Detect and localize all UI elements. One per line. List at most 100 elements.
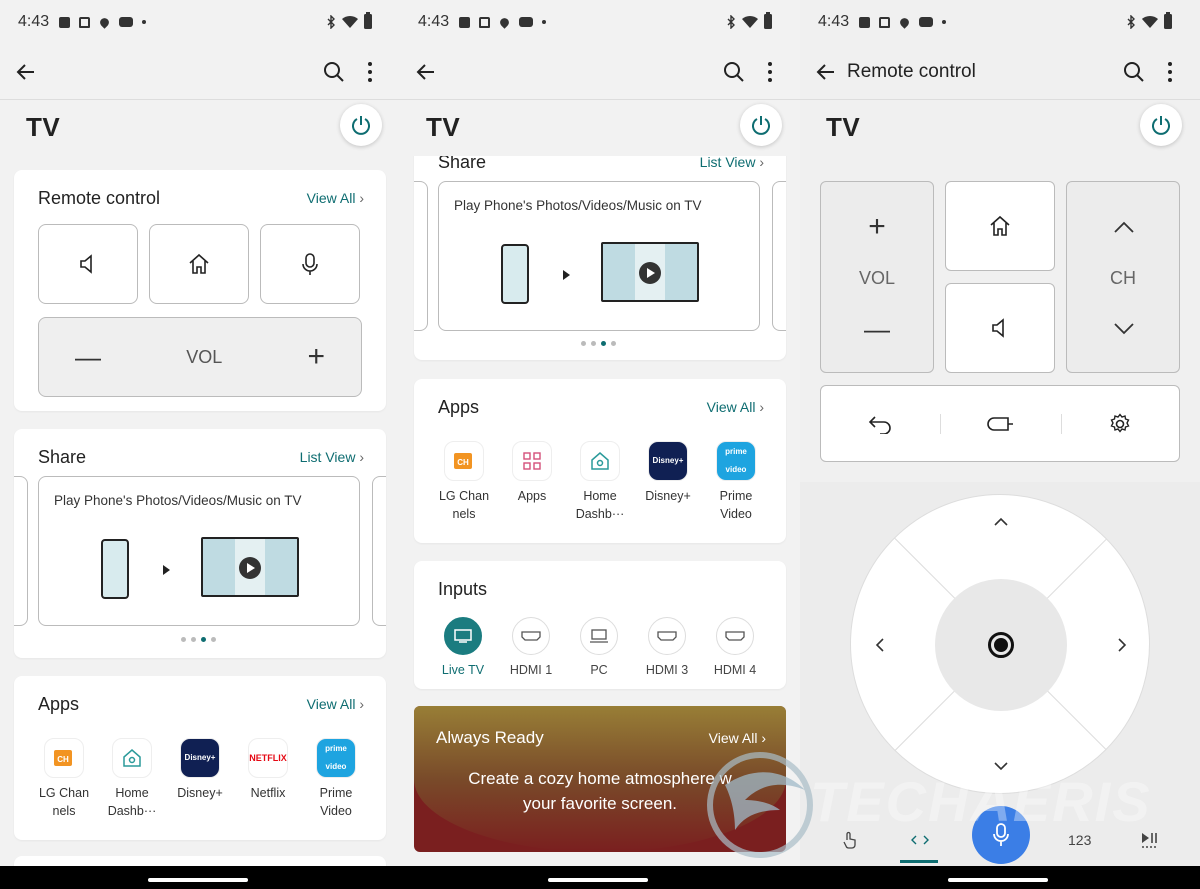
remote-view-all-link[interactable]: View All <box>307 190 364 206</box>
app-disney-plus[interactable]: Disney+ Disney+ <box>168 738 232 802</box>
volume-up-button[interactable]: + <box>821 210 933 244</box>
channel-down-icon[interactable] <box>1113 322 1135 336</box>
input-hdmi-3[interactable]: HDMI 3 <box>637 617 697 677</box>
app-label: Prime Video <box>319 786 353 818</box>
more-options-icon[interactable] <box>758 60 782 84</box>
home-notification-icon <box>79 16 91 28</box>
app-home-dashboard[interactable]: Home Dashb··· <box>568 441 632 523</box>
input-hdmi-4[interactable]: HDMI 4 <box>705 617 765 677</box>
input-hdmi-1[interactable]: HDMI 1 <box>501 617 561 677</box>
wifi-icon <box>342 15 358 28</box>
always-ready-view-all-link[interactable]: View All › <box>709 730 766 746</box>
share-list-view-link[interactable]: List View <box>700 156 764 170</box>
share-item-photos[interactable]: Play Phone's Photos/Videos/Music on TV <box>438 181 760 331</box>
share-next-card[interactable] <box>372 476 386 626</box>
apps-view-all-link[interactable]: View All <box>707 399 764 415</box>
app-label: Home Dashb··· <box>575 489 625 521</box>
bluetooth-icon <box>727 14 735 29</box>
input-pc[interactable]: PC <box>569 617 629 677</box>
share-prev-card[interactable] <box>414 181 428 331</box>
battery-icon <box>764 12 772 29</box>
dpad-right-icon[interactable] <box>1117 637 1127 653</box>
app-prime-video[interactable]: prime video Prime Video <box>304 738 368 820</box>
status-bar: 4:43 <box>400 0 800 44</box>
home-dashboard-icon <box>112 738 152 778</box>
dpad-ok-button[interactable] <box>935 579 1067 711</box>
youtube-notification-icon <box>119 17 134 27</box>
dpad-down-icon[interactable] <box>993 761 1009 771</box>
volume-up-button[interactable]: + <box>307 340 325 374</box>
share-next-card[interactable] <box>772 181 786 331</box>
back-arrow-icon[interactable] <box>816 62 836 82</box>
power-button[interactable] <box>1140 104 1182 146</box>
power-button[interactable] <box>740 104 782 146</box>
voice-button[interactable] <box>260 224 360 304</box>
home-button[interactable] <box>149 224 249 304</box>
settings-gear-icon[interactable] <box>1109 413 1131 435</box>
share-item-text: Play Phone's Photos/Videos/Music on TV <box>54 493 302 508</box>
touchpad-icon[interactable] <box>842 831 858 849</box>
back-arrow-icon[interactable] <box>416 62 436 82</box>
share-item-photos[interactable]: Play Phone's Photos/Videos/Music on TV <box>38 476 360 626</box>
volume-rocker: + VOL — <box>820 181 934 373</box>
device-title: TV <box>826 112 861 142</box>
battery-icon <box>1164 12 1172 29</box>
app-lg-channels[interactable]: CH LG Chan nels <box>432 441 496 523</box>
lg-channels-icon: CH <box>44 738 84 778</box>
voice-search-button[interactable] <box>972 806 1030 864</box>
svg-text:CH: CH <box>457 458 469 467</box>
home-gesture-bar[interactable] <box>548 878 648 882</box>
mute-button[interactable] <box>945 283 1055 373</box>
home-button[interactable] <box>945 181 1055 271</box>
cast-arrow-icon <box>163 565 170 575</box>
home-gesture-bar[interactable] <box>148 878 248 882</box>
apps-view-all-link[interactable]: View All <box>307 696 364 712</box>
share-list-view-link[interactable]: List View <box>300 449 364 465</box>
app-disney-plus[interactable]: Disney+ Disney+ <box>636 441 700 505</box>
share-prev-card[interactable] <box>14 476 28 626</box>
home-gesture-bar[interactable] <box>948 878 1048 882</box>
back-return-icon[interactable] <box>867 414 893 434</box>
volume-down-button[interactable]: — <box>75 342 101 373</box>
app-home-dashboard[interactable]: Home Dashb··· <box>100 738 164 820</box>
volume-control: — VOL + <box>38 317 362 397</box>
always-ready-card[interactable]: Always Ready View All › Create a cozy ho… <box>414 706 786 852</box>
input-source-icon[interactable] <box>986 414 1014 434</box>
arrow-keys-icon[interactable] <box>910 834 930 846</box>
system-nav-bar <box>0 866 1200 889</box>
dpad-left-icon[interactable] <box>875 637 885 653</box>
input-label: HDMI 3 <box>645 663 689 677</box>
home-notification-icon <box>879 16 891 28</box>
power-icon <box>352 116 370 135</box>
lg-channels-icon: CH <box>444 441 484 481</box>
more-options-icon[interactable] <box>1158 60 1182 84</box>
tv-illustration-icon <box>601 242 699 302</box>
power-button[interactable] <box>340 104 382 146</box>
app-label: Disney+ <box>177 786 223 800</box>
remote-control-card: Remote control View All — VOL + <box>14 170 386 411</box>
search-icon[interactable] <box>1122 60 1146 84</box>
wifi-icon <box>742 15 758 28</box>
search-icon[interactable] <box>322 60 346 84</box>
remote-control-panel: 4:43 Remote control TV + VOL — CH 123 <box>800 0 1200 866</box>
app-prime-video[interactable]: prime video Prime Video <box>704 441 768 523</box>
mute-button[interactable] <box>38 224 138 304</box>
dpad-up-icon[interactable] <box>993 517 1009 527</box>
page-title: Remote control <box>847 61 976 82</box>
more-options-icon[interactable] <box>358 60 382 84</box>
app-apps[interactable]: Apps <box>500 441 564 505</box>
heart-notification-icon <box>898 15 911 29</box>
app-lg-channels[interactable]: CH LG Chan nels <box>32 738 96 820</box>
number-pad-tab[interactable]: 123 <box>1068 832 1091 848</box>
input-live-tv[interactable]: Live TV <box>433 617 493 677</box>
app-netflix[interactable]: NETFLIX Netflix <box>236 738 300 802</box>
volume-down-button[interactable]: — <box>821 314 933 345</box>
always-ready-description: Create a cozy home atmosphere w your fav… <box>414 766 786 816</box>
channel-up-icon[interactable] <box>1113 220 1135 234</box>
channel-rocker: CH <box>1066 181 1180 373</box>
youtube-notification-icon <box>919 17 934 27</box>
play-pause-icon[interactable] <box>1140 831 1160 849</box>
home-notification-icon <box>479 16 491 28</box>
search-icon[interactable] <box>722 60 746 84</box>
back-arrow-icon[interactable] <box>16 62 36 82</box>
